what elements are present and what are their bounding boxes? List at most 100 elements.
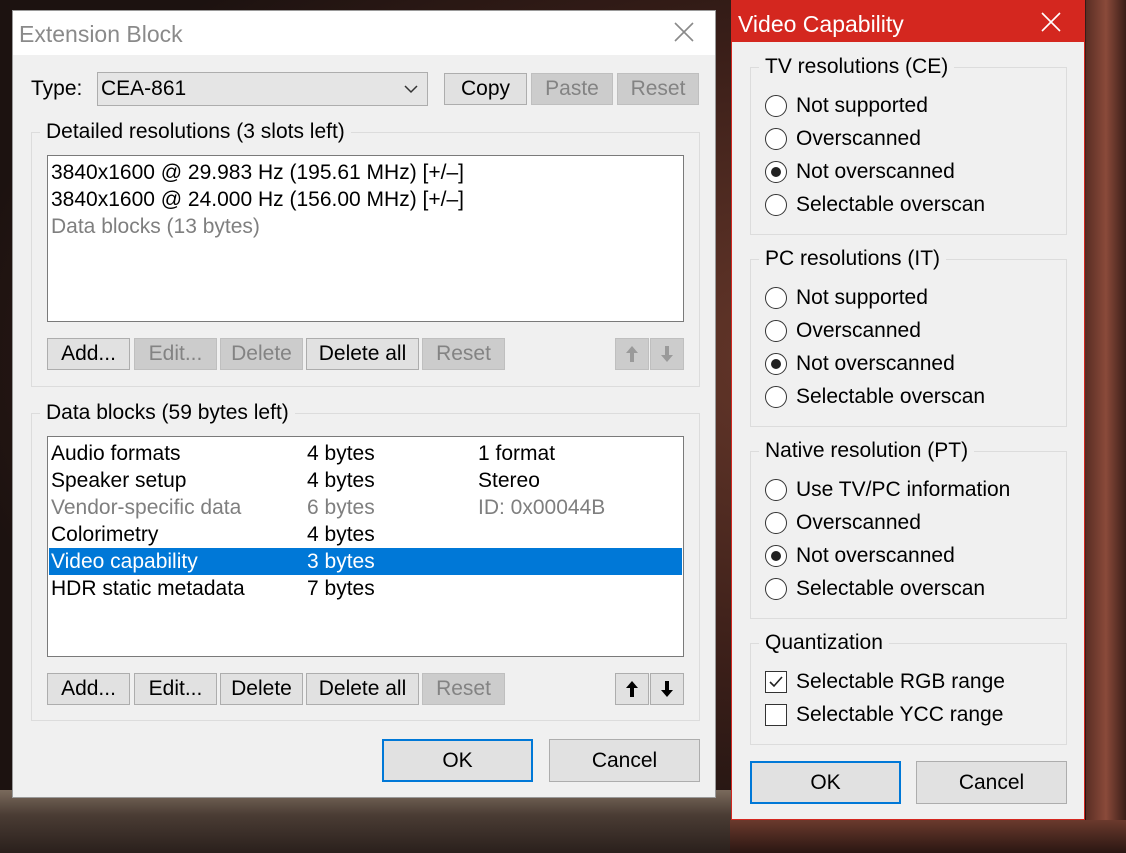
pc-option-not-overscanned[interactable]: Not overscanned — [765, 349, 955, 379]
radio-button[interactable] — [765, 386, 787, 408]
option-label: Not overscanned — [796, 160, 955, 183]
reset-resolutions-button[interactable]: Reset — [422, 338, 505, 370]
native-option-overscanned[interactable]: Overscanned — [765, 508, 921, 538]
option-label: Use TV/PC information — [796, 478, 1011, 501]
pc-option-not-supported[interactable]: Not supported — [765, 283, 928, 313]
reset-blocks-button[interactable]: Reset — [422, 673, 505, 705]
ok-button[interactable]: OK — [382, 739, 533, 782]
block-size: 7 bytes — [307, 577, 375, 600]
block-size: 4 bytes — [307, 469, 375, 492]
type-select[interactable]: CEA-861 — [97, 72, 428, 106]
radio-button[interactable] — [765, 479, 787, 501]
ok-button[interactable]: OK — [750, 761, 901, 804]
desktop-background — [0, 790, 740, 853]
option-label: Selectable overscan — [796, 385, 986, 408]
close-icon[interactable] — [661, 11, 707, 53]
add-resolution-button[interactable]: Add... — [47, 338, 130, 370]
block-name: Audio formats — [51, 442, 181, 465]
tv-option-not-supported[interactable]: Not supported — [765, 91, 928, 121]
edit-resolution-button[interactable]: Edit... — [134, 338, 217, 370]
block-size: 3 bytes — [307, 550, 375, 573]
cancel-button[interactable]: Cancel — [916, 761, 1067, 804]
title-bar[interactable]: Video Capability — [732, 1, 1084, 42]
tv-option-not-overscanned[interactable]: Not overscanned — [765, 157, 955, 187]
native-option-not-overscanned[interactable]: Not overscanned — [765, 541, 955, 571]
detailed-resolutions-legend: Detailed resolutions (3 slots left) — [40, 118, 351, 146]
arrow-down-icon — [661, 346, 673, 362]
option-label: Overscanned — [796, 511, 921, 534]
chevron-down-icon — [404, 85, 418, 94]
table-row[interactable]: Speaker setup 4 bytes Stereo — [51, 467, 682, 494]
delete-all-blocks-button[interactable]: Delete all — [306, 673, 419, 705]
radio-button-selected[interactable] — [765, 545, 787, 567]
pc-resolutions-legend: PC resolutions (IT) — [759, 245, 947, 273]
close-icon[interactable] — [1028, 1, 1074, 43]
title-bar[interactable]: Extension Block — [13, 11, 715, 55]
arrow-up-icon — [626, 346, 638, 362]
rgb-range-checkbox-row[interactable]: Selectable RGB range — [765, 667, 1005, 697]
block-name: Vendor-specific data — [51, 496, 242, 519]
radio-button[interactable] — [765, 194, 787, 216]
add-block-button[interactable]: Add... — [47, 673, 130, 705]
list-item[interactable]: 3840x1600 @ 29.983 Hz (195.61 MHz) [+/–] — [51, 159, 682, 186]
window-title: Video Capability — [738, 11, 904, 37]
radio-button[interactable] — [765, 578, 787, 600]
option-label: Not supported — [796, 94, 928, 117]
radio-button[interactable] — [765, 95, 787, 117]
move-up-button[interactable] — [615, 338, 649, 370]
native-resolution-group: Native resolution (PT) Use TV/PC informa… — [750, 437, 1067, 619]
copy-button[interactable]: Copy — [444, 73, 527, 105]
ycc-range-checkbox[interactable] — [765, 704, 787, 726]
tv-option-overscanned[interactable]: Overscanned — [765, 124, 921, 154]
cancel-button[interactable]: Cancel — [549, 739, 700, 782]
pc-resolutions-group: PC resolutions (IT) Not supported Oversc… — [750, 245, 1067, 427]
reset-type-button[interactable]: Reset — [617, 73, 699, 105]
tv-resolutions-group: TV resolutions (CE) Not supported Oversc… — [750, 53, 1067, 235]
delete-resolution-button[interactable]: Delete — [220, 338, 303, 370]
video-capability-window: Video Capability TV resolutions (CE) Not… — [731, 0, 1085, 820]
block-size: 4 bytes — [307, 442, 375, 465]
radio-button[interactable] — [765, 320, 787, 342]
native-option-use-tv-pc[interactable]: Use TV/PC information — [765, 475, 1010, 505]
detailed-resolutions-list[interactable]: 3840x1600 @ 29.983 Hz (195.61 MHz) [+/–]… — [47, 155, 684, 322]
window-title: Extension Block — [19, 21, 183, 47]
pc-option-selectable-overscan[interactable]: Selectable overscan — [765, 382, 985, 412]
table-row-selected[interactable]: Video capability 3 bytes — [49, 548, 682, 575]
extension-block-window: Extension Block Type: CEA-861 Copy Paste… — [12, 10, 716, 798]
move-block-up-button[interactable] — [615, 673, 649, 705]
rgb-range-checkbox[interactable] — [765, 671, 787, 693]
data-blocks-list[interactable]: Audio formats 4 bytes 1 format Speaker s… — [47, 436, 684, 657]
delete-all-resolutions-button[interactable]: Delete all — [306, 338, 419, 370]
list-item[interactable]: 3840x1600 @ 24.000 Hz (156.00 MHz) [+/–] — [51, 186, 682, 213]
table-row[interactable]: HDR static metadata 7 bytes — [51, 575, 682, 602]
ycc-range-checkbox-row[interactable]: Selectable YCC range — [765, 700, 1003, 730]
option-label: Overscanned — [796, 319, 921, 342]
radio-button-selected[interactable] — [765, 161, 787, 183]
checkmark-icon — [769, 676, 783, 688]
table-row[interactable]: Audio formats 4 bytes 1 format — [51, 440, 682, 467]
paste-button[interactable]: Paste — [531, 73, 613, 105]
move-down-button[interactable] — [650, 338, 684, 370]
radio-button-selected[interactable] — [765, 353, 787, 375]
option-label: Selectable YCC range — [796, 703, 1004, 726]
data-blocks-legend: Data blocks (59 bytes left) — [40, 399, 295, 427]
tv-resolutions-legend: TV resolutions (CE) — [759, 53, 955, 81]
radio-button[interactable] — [765, 128, 787, 150]
edit-block-button[interactable]: Edit... — [134, 673, 217, 705]
block-size: 4 bytes — [307, 523, 375, 546]
native-option-selectable-overscan[interactable]: Selectable overscan — [765, 574, 985, 604]
table-row[interactable]: Vendor-specific data 6 bytes ID: 0x00044… — [51, 494, 682, 521]
pc-option-overscanned[interactable]: Overscanned — [765, 316, 921, 346]
radio-button[interactable] — [765, 512, 787, 534]
tv-option-selectable-overscan[interactable]: Selectable overscan — [765, 190, 985, 220]
quantization-legend: Quantization — [759, 629, 889, 657]
block-info: 1 format — [478, 442, 556, 465]
move-block-down-button[interactable] — [650, 673, 684, 705]
quantization-group: Quantization Selectable RGB range Select… — [750, 629, 1067, 745]
block-size: 6 bytes — [307, 496, 375, 519]
block-name: Video capability — [51, 550, 198, 573]
table-row[interactable]: Colorimetry 4 bytes — [51, 521, 682, 548]
delete-block-button[interactable]: Delete — [220, 673, 303, 705]
list-item[interactable]: Data blocks (13 bytes) — [51, 213, 682, 240]
radio-button[interactable] — [765, 287, 787, 309]
